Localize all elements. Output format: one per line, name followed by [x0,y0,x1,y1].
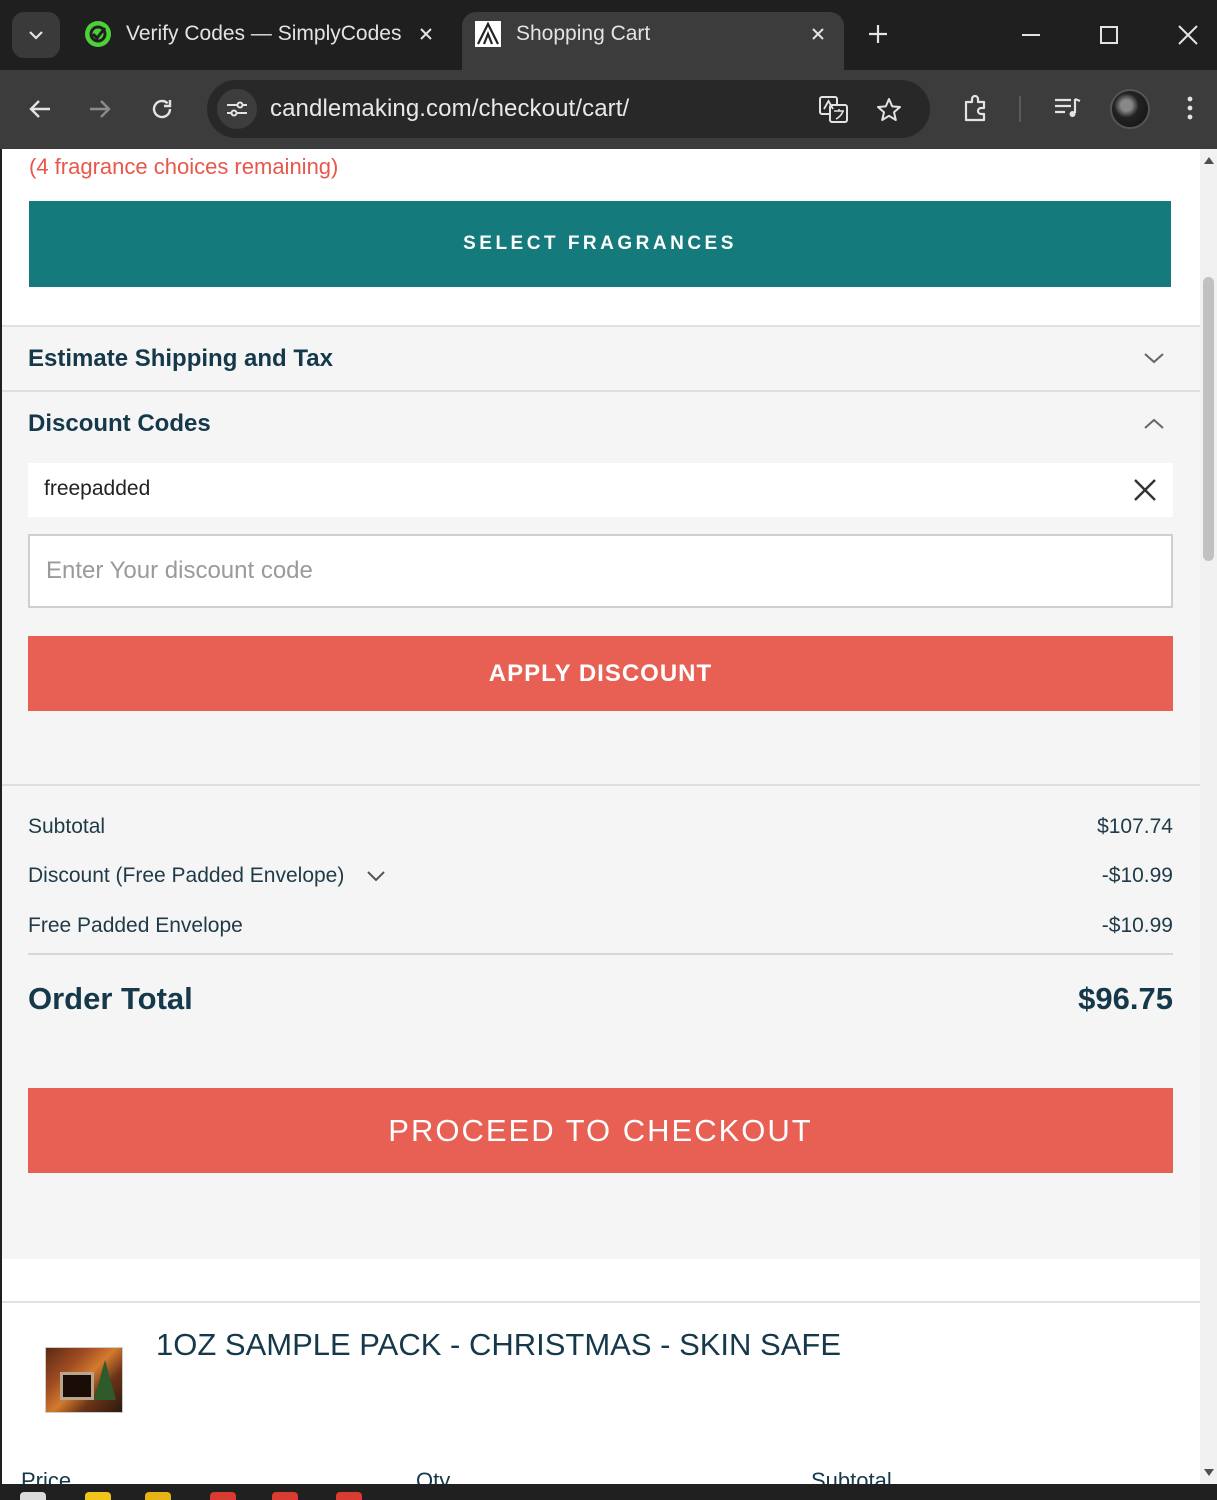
envelope-value: -$10.99 [1101,914,1173,937]
maximize-button[interactable] [1086,12,1132,58]
subtotal-value: $107.74 [1097,815,1173,838]
plus-icon [869,25,887,43]
tab-title: Verify Codes — SimplyCodes [126,22,402,45]
profile-avatar[interactable] [1110,89,1150,129]
chevron-down-icon[interactable] [1143,347,1165,369]
maximize-icon [1100,26,1118,44]
taskbar-app-icon[interactable] [145,1492,171,1500]
taskbar-chrome-icon[interactable] [210,1492,236,1500]
page-scrollbar[interactable] [1200,149,1217,1484]
applied-code-text: freepadded [44,477,151,500]
close-icon[interactable] [804,20,832,48]
puzzle-icon [964,94,986,122]
cart-item: 1OZ SAMPLE PACK - CHRISTMAS - SKIN SAFE … [2,1301,1200,1484]
tab-verify-codes[interactable]: Verify Codes — SimplyCodes [72,12,452,70]
close-icon [1134,479,1156,501]
applied-discount-code: freepadded [28,463,1173,517]
minimize-button[interactable] [1008,12,1054,58]
browser-toolbar: candlemaking.com/checkout/cart/ [0,70,1217,149]
discount-value: -$10.99 [1101,864,1173,887]
site-info-button[interactable] [217,89,257,129]
scroll-thumb[interactable] [1203,277,1214,561]
reload-icon [152,99,172,119]
translate-icon [819,96,848,123]
estimate-shipping-heading[interactable]: Estimate Shipping and Tax [28,345,333,373]
menu-button[interactable] [1170,88,1210,128]
total-divider [28,953,1173,955]
os-taskbar [0,1484,1217,1500]
chevron-down-icon [29,31,43,40]
toolbar-divider [1019,96,1021,122]
url-text[interactable]: candlemaking.com/checkout/cart/ [270,95,629,123]
close-icon[interactable] [412,20,440,48]
queue-music-icon [1055,97,1081,117]
cart-summary-panel: Estimate Shipping and Tax Discount Codes… [2,325,1200,1259]
discount-label-wrap[interactable]: Discount (Free Padded Envelope) [28,864,386,888]
tab-strip: Verify Codes — SimplyCodes Shopping Cart [0,0,1217,70]
tree-shape [94,1360,116,1400]
apply-discount-button[interactable]: APPLY DISCOUNT [28,636,1173,711]
tab-shopping-cart[interactable]: Shopping Cart [462,12,844,70]
proceed-to-checkout-button[interactable]: PROCEED TO CHECKOUT [28,1088,1173,1173]
translate-button[interactable] [817,93,851,127]
window-close-button[interactable] [1165,12,1211,58]
simplycodes-logo-icon [84,20,112,48]
order-total-label: Order Total [28,981,193,1016]
tab-title: Shopping Cart [516,22,651,45]
scroll-up-arrow-icon[interactable] [1204,157,1214,164]
address-bar[interactable]: candlemaking.com/checkout/cart/ [207,80,930,138]
taskbar-windows-icon[interactable] [20,1492,46,1500]
candlemaking-logo-icon [474,20,502,48]
qty-column-header: Qty [416,1468,451,1484]
chevron-up-icon[interactable] [1143,413,1165,435]
order-total-value: $96.75 [1078,981,1173,1016]
section-divider [2,390,1200,392]
discount-code-input[interactable] [28,534,1173,608]
envelope-label: Free Padded Envelope [28,914,243,937]
taskbar-folder-icon[interactable] [85,1492,111,1500]
taskbar-chrome-icon[interactable] [272,1492,298,1500]
fireplace-shape [60,1372,94,1400]
arrow-left-icon [29,100,50,118]
remove-code-button[interactable] [1131,476,1159,504]
subtotal-label: Subtotal [28,815,106,838]
back-button[interactable] [20,89,60,129]
discount-label: Discount (Free Padded Envelope) [28,864,345,887]
tab-search-button[interactable] [12,12,60,58]
close-icon [1178,25,1198,45]
taskbar-chrome-icon[interactable] [336,1492,362,1500]
tune-icon [227,101,247,117]
discount-codes-heading[interactable]: Discount Codes [28,410,211,438]
page-viewport: (4 fragrance choices remaining) SELECT F… [2,149,1200,1484]
more-vert-icon [1187,96,1193,120]
product-title[interactable]: 1OZ SAMPLE PACK - CHRISTMAS - SKIN SAFE [156,1327,841,1363]
arrow-right-icon [90,100,111,118]
extensions-button[interactable] [956,88,996,128]
select-fragrances-button[interactable]: SELECT FRAGRANCES [29,201,1171,287]
bookmark-button[interactable] [872,93,906,127]
chevron-down-icon [367,871,385,882]
subtotal-column-header: Subtotal [811,1468,892,1484]
star-icon [877,98,901,121]
new-tab-button[interactable] [862,18,894,50]
media-controls-button[interactable] [1047,88,1087,128]
minimize-icon [1022,34,1040,36]
fragrance-choices-notice: (4 fragrance choices remaining) [29,154,339,179]
reload-button[interactable] [142,89,182,129]
price-column-header: Price [21,1468,72,1484]
scroll-down-arrow-icon[interactable] [1204,1469,1214,1476]
forward-button[interactable] [80,89,120,129]
product-thumbnail[interactable] [45,1347,123,1413]
section-divider [2,784,1200,786]
